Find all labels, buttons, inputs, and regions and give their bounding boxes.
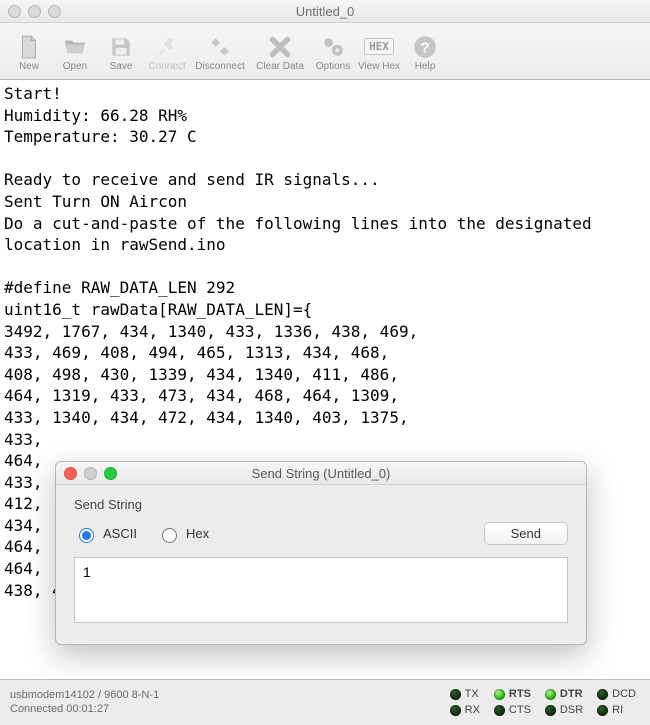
send-string-input[interactable]	[74, 557, 568, 623]
toolbar-label: Disconnect	[195, 61, 244, 72]
led-label: RX	[465, 704, 480, 716]
radio-hex-input[interactable]	[162, 528, 177, 543]
hex-icon: HEX	[365, 33, 393, 61]
new-button[interactable]: New	[6, 29, 52, 74]
led-dot-icon	[450, 689, 461, 700]
led-cts: CTS	[494, 704, 531, 716]
radio-ascii-input[interactable]	[79, 528, 94, 543]
led-label: DTR	[560, 688, 583, 700]
led-dot-icon	[597, 705, 608, 716]
view-hex-button[interactable]: HEX View Hex	[356, 29, 402, 74]
led-dot-icon	[545, 689, 556, 700]
toolbar: New Open Save Connect Disconnect Clear D…	[0, 23, 650, 80]
led-label: CTS	[509, 704, 531, 716]
toolbar-label: Clear Data	[256, 61, 304, 72]
led-dtr: DTR	[545, 688, 583, 700]
toolbar-label: View Hex	[358, 61, 400, 72]
led-label: RI	[612, 704, 623, 716]
help-button[interactable]: ? Help	[402, 29, 448, 74]
save-icon	[107, 33, 135, 61]
toolbar-label: Help	[415, 61, 436, 72]
gears-icon	[319, 33, 347, 61]
options-button[interactable]: Options	[310, 29, 356, 74]
dialog-title: Send String (Untitled_0)	[56, 466, 586, 481]
toolbar-label: New	[19, 61, 39, 72]
new-file-icon	[15, 33, 43, 61]
led-dot-icon	[450, 705, 461, 716]
clear-x-icon	[266, 33, 294, 61]
led-label: DSR	[560, 704, 583, 716]
led-dot-icon	[597, 689, 608, 700]
toolbar-label: Save	[110, 61, 133, 72]
help-icon: ?	[411, 33, 439, 61]
titlebar: Untitled_0	[0, 0, 650, 23]
window-title: Untitled_0	[0, 4, 650, 19]
connect-button: Connect	[144, 29, 190, 74]
led-rts: RTS	[494, 688, 531, 700]
led-label: RTS	[509, 688, 531, 700]
led-dcd: DCD	[597, 688, 636, 700]
unplug-icon	[206, 33, 234, 61]
dialog-minimize-icon	[84, 467, 97, 480]
radio-hex[interactable]: Hex	[157, 525, 209, 543]
led-rx: RX	[450, 704, 480, 716]
toolbar-label: Options	[316, 61, 350, 72]
led-tx: TX	[450, 688, 480, 700]
toolbar-label: Open	[63, 61, 87, 72]
led-label: TX	[465, 688, 479, 700]
led-ri: RI	[597, 704, 636, 716]
clear-data-button[interactable]: Clear Data	[250, 29, 310, 74]
status-bar: usbmodem14102 / 9600 8-N-1 Connected 00:…	[0, 680, 650, 724]
disconnect-button[interactable]: Disconnect	[190, 29, 250, 74]
plug-icon	[153, 33, 181, 61]
led-dsr: DSR	[545, 704, 583, 716]
svg-text:?: ?	[420, 39, 429, 56]
save-button[interactable]: Save	[98, 29, 144, 74]
led-dot-icon	[545, 705, 556, 716]
toolbar-label: Connect	[148, 61, 185, 72]
led-dot-icon	[494, 705, 505, 716]
dialog-zoom-icon[interactable]	[104, 467, 117, 480]
radio-ascii[interactable]: ASCII	[74, 525, 137, 543]
open-button[interactable]: Open	[52, 29, 98, 74]
status-uptime: Connected 00:01:27	[10, 703, 436, 715]
send-string-dialog: Send String (Untitled_0) Send String ASC…	[55, 461, 587, 645]
send-button[interactable]: Send	[484, 522, 568, 545]
status-port: usbmodem14102 / 9600 8-N-1	[10, 689, 436, 701]
led-dot-icon	[494, 689, 505, 700]
led-label: DCD	[612, 688, 636, 700]
dialog-close-icon[interactable]	[64, 467, 77, 480]
folder-open-icon	[61, 33, 89, 61]
dialog-heading: Send String	[74, 497, 568, 512]
